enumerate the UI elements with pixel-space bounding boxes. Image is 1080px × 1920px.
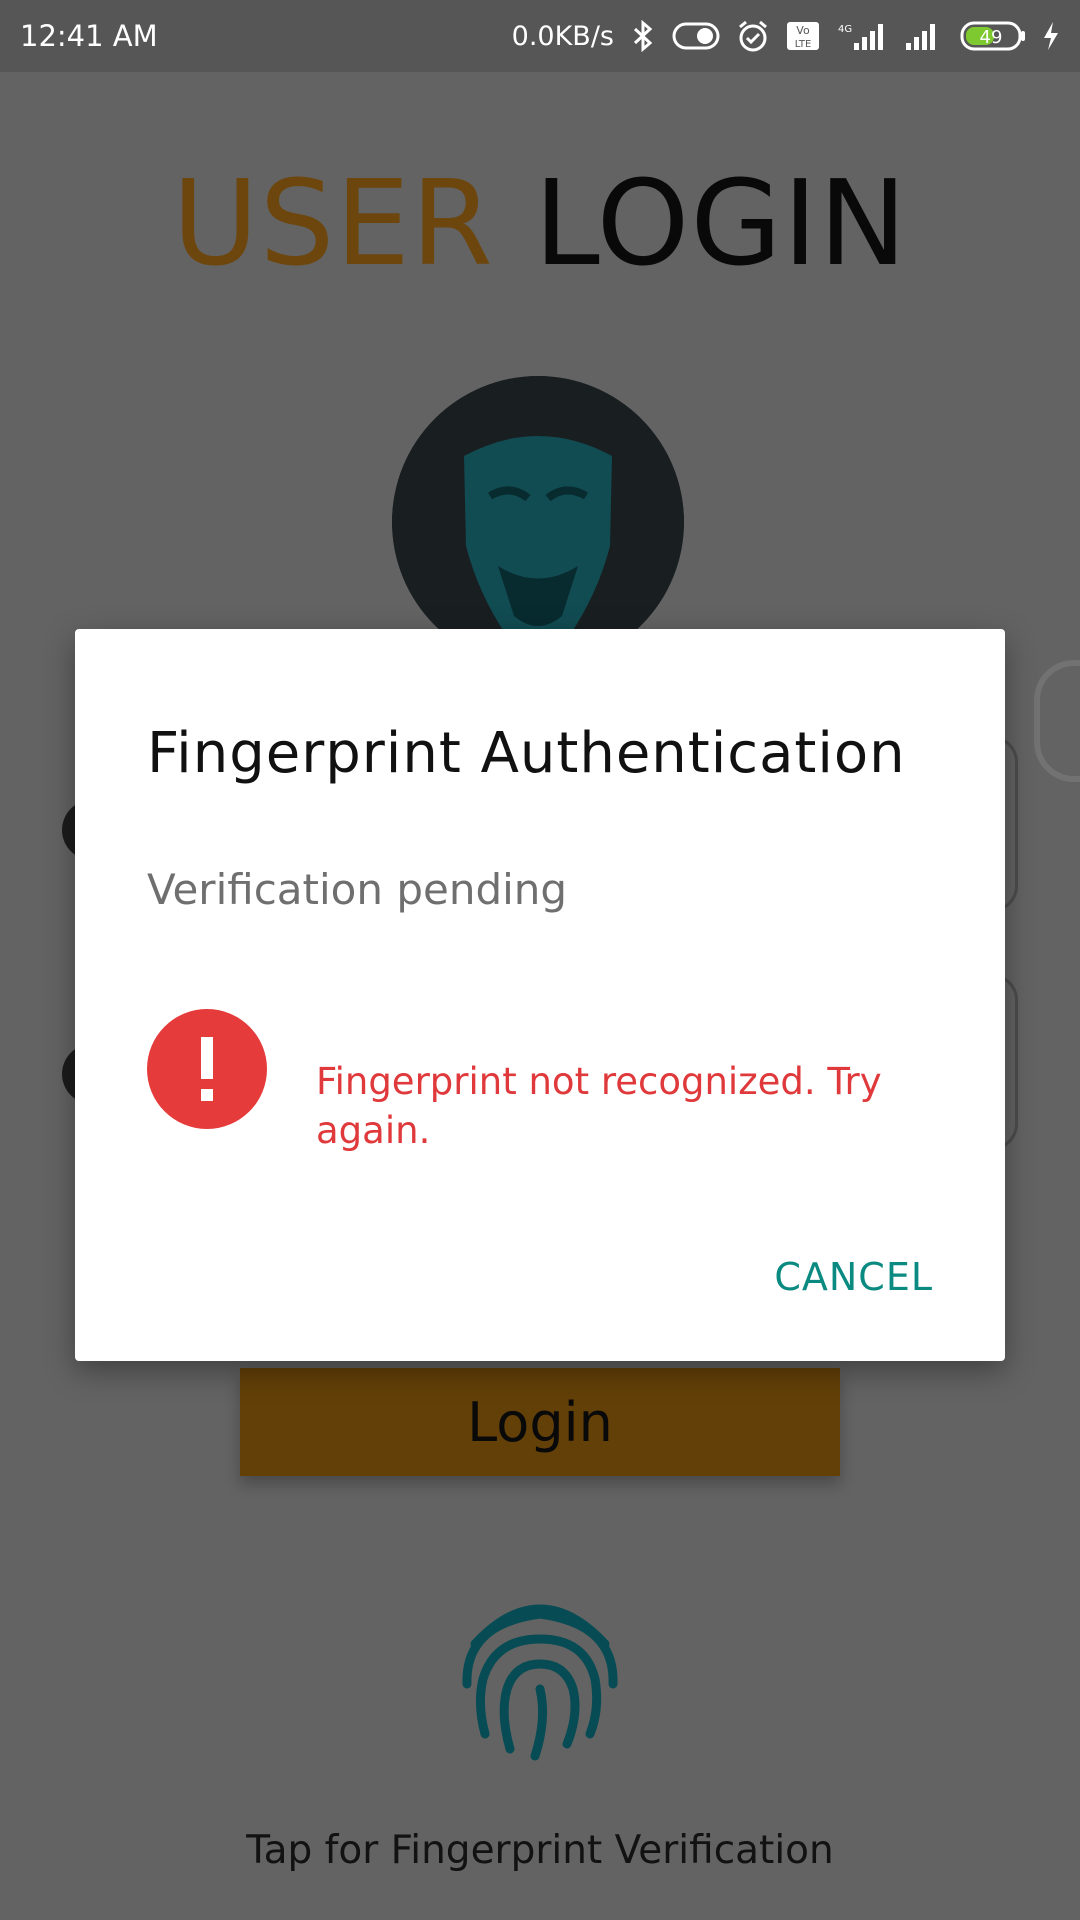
signal-4g-icon: 4G (838, 24, 883, 50)
dialog-description: Verification pending (147, 865, 568, 914)
alarm-icon (739, 20, 767, 52)
dialog-title: Fingerprint Authentication (147, 721, 906, 786)
svg-text:LTE: LTE (795, 39, 812, 50)
bluetooth-icon (633, 20, 653, 52)
network-speed: 0.0KB/s (511, 20, 614, 52)
cancel-button[interactable]: CANCEL (774, 1255, 933, 1299)
volte-icon: Vo LTE (787, 22, 819, 50)
battery-level: 49 (980, 27, 1003, 48)
status-icons: 0.0KB/s Vo LTE 4G 49 (512, 19, 1060, 53)
error-message: Fingerprint not recognized. Try again. (316, 1060, 882, 1152)
status-bar: 12:41 AM 0.0KB/s Vo LTE 4G 49 (0, 0, 1080, 72)
battery-icon: 49 (960, 21, 1025, 51)
toggle-icon (672, 22, 720, 50)
fingerprint-dialog: Fingerprint Authentication Verification … (75, 629, 1005, 1361)
svg-text:Vo: Vo (796, 24, 810, 37)
svg-text:4G: 4G (838, 24, 852, 35)
charging-icon (1044, 22, 1058, 50)
signal-icon (906, 24, 935, 50)
status-time: 12:41 AM (20, 19, 158, 53)
error-icon (147, 1009, 267, 1129)
